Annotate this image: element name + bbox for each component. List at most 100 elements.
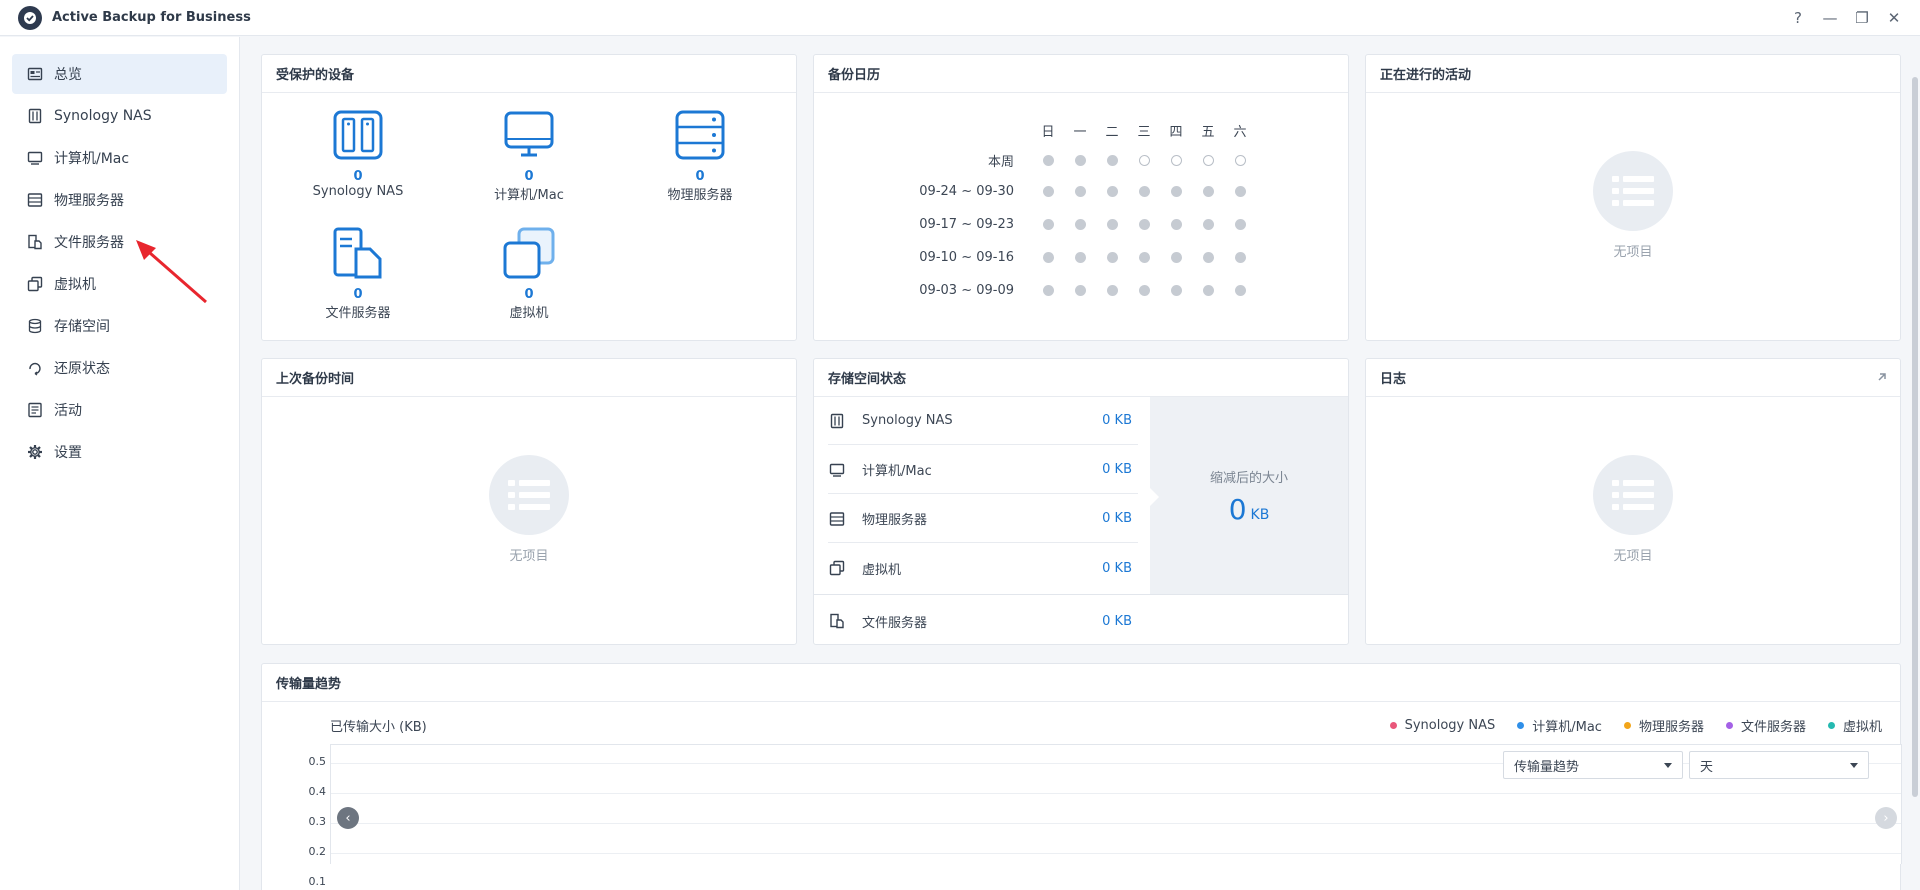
- calendar-day-dot[interactable]: [1170, 219, 1182, 230]
- main-content: 受保护的设备 0 Synology NAS 0 计算机/Mac 0 物理服务器 …: [241, 37, 1920, 890]
- storage-row-name: 虚拟机: [862, 562, 902, 578]
- sidebar-item-physical-server[interactable]: 物理服务器: [12, 180, 227, 220]
- list-icon: [1593, 455, 1673, 535]
- maximize-button[interactable]: ❐: [1850, 6, 1874, 30]
- legend-item[interactable]: 计算机/Mac: [1517, 716, 1602, 735]
- chart-legend: Synology NAS 计算机/Mac 物理服务器 文件服务器 虚拟机: [1389, 716, 1882, 735]
- weekday-label: 二: [1105, 125, 1119, 140]
- legend-label: 文件服务器: [1740, 720, 1806, 735]
- expand-icon[interactable]: [1874, 369, 1890, 385]
- calendar-day-dot[interactable]: [1234, 155, 1246, 166]
- sidebar-item-overview[interactable]: 总览: [12, 54, 227, 94]
- calendar-day-dot[interactable]: [1138, 219, 1150, 230]
- calendar-day-dot[interactable]: [1074, 155, 1086, 166]
- calendar-day-dot[interactable]: [1042, 186, 1054, 197]
- calendar-day-dot[interactable]: [1074, 186, 1086, 197]
- device-count: 0: [353, 169, 363, 184]
- calendar-day-dot[interactable]: [1170, 186, 1182, 197]
- file-server-icon: [828, 612, 846, 630]
- legend-item[interactable]: Synology NAS: [1389, 716, 1495, 735]
- calendar-weekday-header: 日 一 二 三 四 五 六: [1032, 121, 1256, 140]
- server-icon: [828, 510, 846, 528]
- sidebar-item-label: 物理服务器: [54, 193, 124, 209]
- app-title: Active Backup for Business: [52, 10, 251, 25]
- calendar-day-dot[interactable]: [1234, 252, 1246, 263]
- legend-item[interactable]: 文件服务器: [1725, 716, 1806, 735]
- calendar-day-dot[interactable]: [1042, 285, 1054, 296]
- sidebar-item-label: 文件服务器: [54, 235, 124, 251]
- chart-next-button[interactable]: ›: [1875, 807, 1897, 829]
- weekday-label: 四: [1169, 125, 1183, 140]
- sidebar-item-activity[interactable]: 活动: [12, 390, 227, 430]
- device-label: 虚拟机: [509, 306, 549, 321]
- device-physical-server[interactable]: 0 物理服务器: [630, 109, 770, 203]
- calendar-day-dot[interactable]: [1234, 285, 1246, 296]
- calendar-day-dot[interactable]: [1202, 252, 1214, 263]
- calendar-day-dot[interactable]: [1074, 252, 1086, 263]
- empty-state: 无项目: [1366, 151, 1900, 260]
- device-vm[interactable]: 0 虚拟机: [459, 227, 599, 321]
- legend-label: 虚拟机: [1842, 720, 1882, 735]
- close-button[interactable]: ✕: [1882, 6, 1906, 30]
- calendar-day-dot[interactable]: [1170, 285, 1182, 296]
- calendar-week-row: 本周: [882, 151, 1256, 170]
- calendar-day-dot[interactable]: [1042, 155, 1054, 166]
- calendar-day-dot[interactable]: [1202, 285, 1214, 296]
- device-count: 0: [695, 169, 705, 184]
- legend-dot-icon: [1827, 722, 1835, 729]
- calendar-day-dot[interactable]: [1202, 219, 1214, 230]
- sidebar-item-synology-nas[interactable]: Synology NAS: [12, 96, 227, 136]
- calendar-day-dot[interactable]: [1106, 219, 1118, 230]
- legend-item[interactable]: 物理服务器: [1623, 716, 1704, 735]
- calendar-day-dot[interactable]: [1234, 186, 1246, 197]
- calendar-day-dot[interactable]: [1170, 155, 1182, 166]
- calendar-day-dot[interactable]: [1138, 285, 1150, 296]
- device-computer[interactable]: 0 计算机/Mac: [459, 109, 599, 203]
- calendar-day-dot[interactable]: [1170, 252, 1182, 263]
- red-arrow-annotation: [136, 240, 207, 304]
- calendar-week-label: 09-17 ~ 09-23: [919, 217, 1014, 232]
- sidebar-item-restore-status[interactable]: 还原状态: [12, 348, 227, 388]
- period-select[interactable]: 天: [1689, 751, 1869, 779]
- calendar-day-dot[interactable]: [1106, 186, 1118, 197]
- card-title: 日志: [1366, 359, 1900, 397]
- legend-item[interactable]: 虚拟机: [1827, 716, 1882, 735]
- storage-row-vm: 虚拟机 0 KB: [828, 544, 1138, 592]
- metric-select[interactable]: 传输量趋势: [1503, 751, 1683, 779]
- reduced-size-unit: KB: [1250, 507, 1270, 523]
- calendar-day-dot[interactable]: [1138, 186, 1150, 197]
- calendar-day-dot[interactable]: [1202, 186, 1214, 197]
- sidebar-item-storage[interactable]: 存储空间: [12, 306, 227, 346]
- device-label: 物理服务器: [667, 188, 733, 203]
- sidebar-item-label: 设置: [54, 445, 82, 461]
- sidebar-item-settings[interactable]: 设置: [12, 432, 227, 472]
- storage-row-computer: 计算机/Mac 0 KB: [828, 446, 1138, 494]
- calendar-day-dot[interactable]: [1106, 252, 1118, 263]
- file-server-icon: [26, 233, 44, 251]
- calendar-day-dot[interactable]: [1106, 155, 1118, 166]
- storage-row-value: 0 KB: [1102, 413, 1132, 428]
- device-synology-nas[interactable]: 0 Synology NAS: [288, 109, 428, 199]
- sidebar-item-computer[interactable]: 计算机/Mac: [12, 138, 227, 178]
- calendar-day-dot[interactable]: [1042, 252, 1054, 263]
- calendar-day-dot[interactable]: [1042, 219, 1054, 230]
- chart-prev-button[interactable]: ‹: [337, 807, 359, 829]
- device-count: 0: [524, 169, 534, 184]
- calendar-day-dot[interactable]: [1106, 285, 1118, 296]
- legend-label: 计算机/Mac: [1532, 720, 1602, 735]
- device-file-server[interactable]: 0 文件服务器: [288, 227, 428, 321]
- storage-row-physical-server: 物理服务器 0 KB: [828, 495, 1138, 543]
- metric-select-value: 传输量趋势: [1514, 759, 1580, 775]
- calendar-day-dot[interactable]: [1074, 285, 1086, 296]
- weekday-label: 三: [1137, 125, 1151, 140]
- scrollbar[interactable]: [1912, 77, 1918, 797]
- calendar-day-dot[interactable]: [1074, 219, 1086, 230]
- calendar-day-dot[interactable]: [1138, 155, 1150, 166]
- help-button[interactable]: ?: [1786, 6, 1810, 30]
- minimize-button[interactable]: —: [1818, 6, 1842, 30]
- calendar-day-dot[interactable]: [1202, 155, 1214, 166]
- server-icon: [675, 110, 725, 160]
- calendar-day-dot[interactable]: [1234, 219, 1246, 230]
- ongoing-activities-card: 正在进行的活动 无项目: [1365, 54, 1901, 341]
- calendar-day-dot[interactable]: [1138, 252, 1150, 263]
